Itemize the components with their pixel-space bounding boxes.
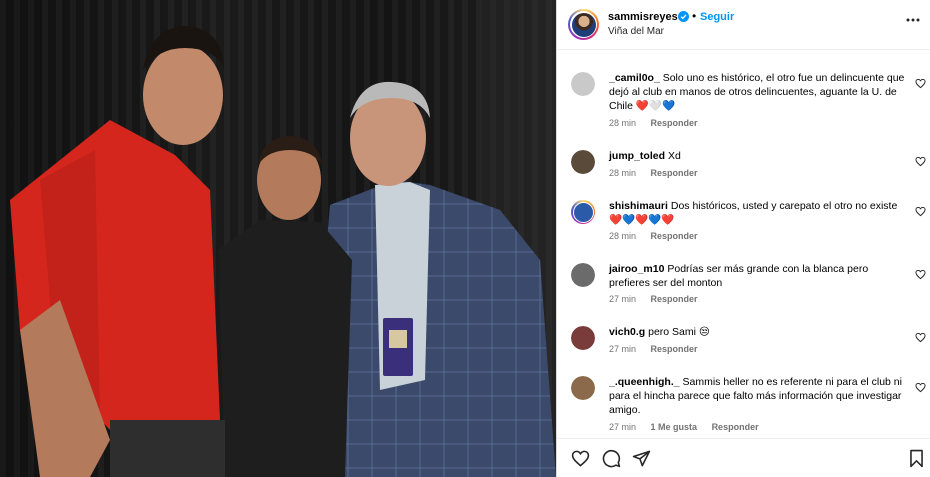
reply-button[interactable]: Responder <box>651 231 698 241</box>
reply-button[interactable]: Responder <box>651 168 698 178</box>
comment-time[interactable]: 27 min <box>609 294 636 304</box>
reply-button[interactable]: Responder <box>712 422 759 432</box>
reply-button[interactable]: Responder <box>651 344 698 354</box>
comment-avatar[interactable] <box>571 150 595 174</box>
comment-meta: 28 min Responder <box>609 118 710 128</box>
verified-badge-icon <box>678 11 689 22</box>
more-options-icon[interactable] <box>905 12 921 28</box>
comment-like-icon[interactable] <box>915 206 926 217</box>
photo-illustration <box>10 0 556 477</box>
comment-username[interactable]: jump_toled <box>609 150 665 162</box>
comment-username[interactable]: jairoo_m10 <box>609 263 664 275</box>
share-icon[interactable] <box>632 449 651 468</box>
post-actions-bar <box>557 438 930 477</box>
comment-meta: 27 min Responder <box>609 294 710 304</box>
bookmark-icon[interactable] <box>907 449 926 468</box>
comment-time[interactable]: 28 min <box>609 231 636 241</box>
author-avatar[interactable] <box>568 9 599 40</box>
comment-likes-count[interactable]: 1 Me gusta <box>651 422 698 432</box>
comment-like-icon[interactable] <box>915 269 926 280</box>
comment-meta: 28 min Responder <box>609 168 710 178</box>
comment-time[interactable]: 27 min <box>609 344 636 354</box>
comment-like-icon[interactable] <box>915 78 926 89</box>
comment-avatar[interactable] <box>571 326 595 350</box>
comment-icon[interactable] <box>602 449 621 468</box>
comment-username[interactable]: _.queenhigh._ <box>609 376 680 388</box>
separator-dot: • <box>692 9 697 23</box>
comment-like-icon[interactable] <box>915 332 926 343</box>
post-detail-panel: sammisreyes • Seguir Viña del Mar _camil… <box>556 0 930 477</box>
post-photo[interactable] <box>0 0 556 477</box>
reply-button[interactable]: Responder <box>651 294 698 304</box>
comment-meta: 28 min Responder <box>609 231 710 241</box>
follow-button[interactable]: Seguir <box>700 11 734 23</box>
comment-like-icon[interactable] <box>915 156 926 167</box>
reply-button[interactable]: Responder <box>651 118 698 128</box>
comment-text: Xd <box>667 150 681 162</box>
comment-username[interactable]: vich0.g <box>609 326 645 338</box>
comment-meta: 27 min 1 Me gusta Responder <box>609 422 771 432</box>
comment-username[interactable]: shishimauri <box>609 200 668 212</box>
comment-like-icon[interactable] <box>915 382 926 393</box>
comment-avatar[interactable] <box>571 200 595 224</box>
comment-username[interactable]: _camil0o_ <box>609 72 660 84</box>
post-location[interactable]: Viña del Mar <box>608 26 664 37</box>
comment-time[interactable]: 28 min <box>609 168 636 178</box>
comment-meta: 27 min Responder <box>609 344 710 354</box>
comment-text: pero Sami 😒 <box>648 326 710 338</box>
comment-time[interactable]: 27 min <box>609 422 636 432</box>
heart-icon[interactable] <box>571 449 590 468</box>
comment-avatar[interactable] <box>571 72 595 96</box>
author-username[interactable]: sammisreyes <box>608 11 678 23</box>
comment-avatar[interactable] <box>571 376 595 400</box>
post-header: sammisreyes • Seguir Viña del Mar <box>557 0 930 50</box>
comment-time[interactable]: 28 min <box>609 118 636 128</box>
comment-avatar[interactable] <box>571 263 595 287</box>
